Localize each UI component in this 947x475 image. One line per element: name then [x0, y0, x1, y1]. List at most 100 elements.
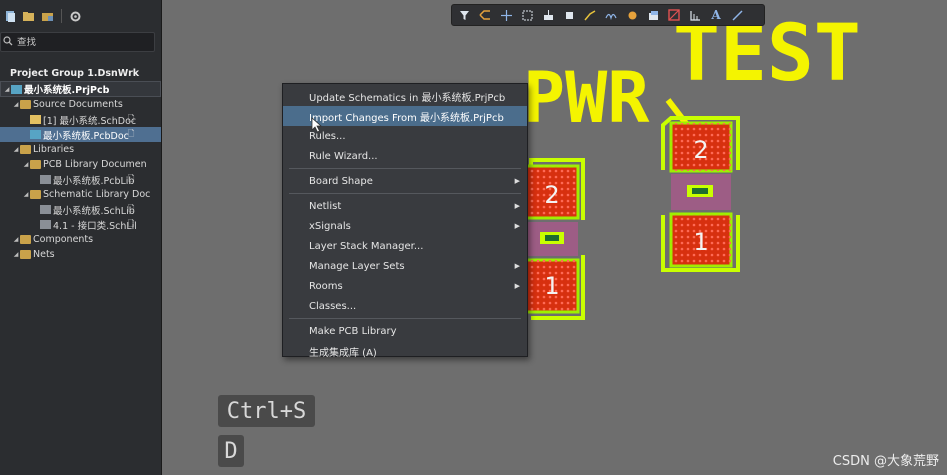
project-folder-icon[interactable] [42, 10, 54, 22]
tree-item[interactable]: 最小系统板.PcbDoc 🗋 [0, 127, 161, 142]
folder-icon [20, 235, 31, 244]
menu-item[interactable]: Update Schematics in 最小系统板.PrjPcb [283, 86, 527, 106]
via-right-middle-core [692, 188, 708, 194]
menu-item-label: Board Shape [309, 175, 373, 187]
search-input[interactable] [17, 36, 137, 48]
expand-arrow-icon[interactable]: ◢ [22, 191, 30, 198]
mouse-cursor-icon [311, 117, 323, 133]
tree-item-label: 最小系统板.PrjPcb [24, 85, 110, 96]
document-icon [40, 205, 51, 214]
line-icon[interactable] [730, 8, 744, 22]
shortcut-overlay-key: D [218, 435, 244, 467]
menu-separator [289, 193, 521, 194]
document-icon [40, 220, 51, 229]
pad-icon[interactable] [625, 8, 639, 22]
pad-left-2-number: 2 [544, 181, 559, 209]
menu-item-label: xSignals [309, 220, 351, 232]
submenu-arrow-icon: ▶ [514, 282, 520, 290]
menu-item[interactable]: Make PCB Library [283, 321, 527, 341]
pad-right-2-number: 2 [693, 136, 708, 164]
menu-item-label: Update Schematics in 最小系统板.PrjPcb [309, 92, 506, 104]
select-rect-icon[interactable] [520, 8, 534, 22]
filter-icon[interactable] [457, 8, 471, 22]
interactive-route-icon[interactable] [583, 8, 597, 22]
folder-icon [30, 190, 41, 199]
project-tree: Project Group 1.DsnWrk ◢ 最小系统板.PrjPcb ◢ Sour… [0, 66, 161, 262]
tree-item-label: Components [33, 234, 94, 245]
tree-item-label: 最小系统板.SchLib [53, 205, 135, 217]
tree-item[interactable]: ◢ Source Documents [0, 97, 161, 112]
diff-pair-icon[interactable] [604, 8, 618, 22]
menu-item-label: Manage Layer Sets [309, 260, 405, 272]
fill-icon[interactable] [646, 8, 660, 22]
tree-item-label: Project Group 1.DsnWrk [10, 68, 140, 79]
expand-arrow-icon[interactable]: ◢ [22, 161, 30, 168]
text-icon[interactable]: A [709, 8, 723, 22]
menu-item[interactable]: Board Shape ▶ [283, 171, 527, 191]
dimension-icon[interactable] [688, 8, 702, 22]
folder-icon [30, 160, 41, 169]
menu-item-label: Layer Stack Manager... [309, 240, 424, 252]
document-icon [30, 130, 41, 139]
tree-item-label: PCB Library Documen [43, 159, 147, 170]
open-doc-icon[interactable] [4, 10, 16, 22]
menu-item[interactable]: Manage Layer Sets ▶ [283, 256, 527, 276]
document-page-icon: 🗋 [128, 203, 135, 213]
menu-separator [289, 168, 521, 169]
tree-item[interactable]: ◢ Libraries [0, 142, 161, 157]
menu-item[interactable]: Netlist ▶ [283, 196, 527, 216]
expand-arrow-icon[interactable]: ◢ [12, 236, 20, 243]
submenu-arrow-icon: ▶ [514, 222, 520, 230]
tree-item[interactable]: Project Group 1.DsnWrk [0, 66, 161, 81]
tree-item[interactable]: ◢ 最小系统板.PrjPcb [0, 81, 161, 97]
menu-item-label: Import Changes From 最小系统板.PrjPcb [309, 112, 504, 124]
menu-item[interactable]: 生成集成库 (A) [283, 341, 527, 361]
active-bar-toolbar: A [451, 4, 765, 26]
document-page-icon: 🗋 [128, 218, 135, 228]
pad-right-1-number: 1 [693, 228, 708, 256]
tree-item-label: 最小系统板.PcbLib [53, 175, 135, 187]
expand-arrow-icon[interactable]: ◢ [12, 251, 20, 258]
tree-item[interactable]: 最小系统板.PcbLib 🗋 [0, 172, 161, 187]
expand-arrow-icon[interactable]: ◢ [12, 101, 20, 108]
tree-item-label: Nets [33, 249, 55, 260]
panel-toolbar [0, 0, 161, 32]
route-icon[interactable] [478, 8, 492, 22]
keepout-icon[interactable] [667, 8, 681, 22]
tree-item-label: 4.1 - 接口类.SchLil [53, 220, 137, 232]
tree-item[interactable]: ◢ Components [0, 232, 161, 247]
menu-item[interactable]: Rooms ▶ [283, 276, 527, 296]
folder-icon [20, 145, 31, 154]
tree-item[interactable]: ◢ Schematic Library Doc [0, 187, 161, 202]
search-box[interactable] [0, 32, 155, 52]
tree-item[interactable]: ◢ Nets [0, 247, 161, 262]
menu-item-label: Rooms [309, 280, 343, 292]
tree-item-label: [1] 最小系统.SchDoc [43, 115, 137, 127]
crosshair-icon[interactable] [499, 8, 513, 22]
expand-arrow-icon[interactable]: ◢ [12, 146, 20, 153]
folder-open-icon[interactable] [23, 10, 35, 22]
menu-item[interactable]: Rule Wizard... [283, 146, 527, 166]
tree-item[interactable]: [1] 最小系统.SchDoc 🗋 [0, 112, 161, 127]
tree-item-label: 最小系统板.PcbDoc [43, 130, 129, 142]
menu-item-label: Rule Wizard... [309, 150, 378, 162]
tree-item[interactable]: 最小系统板.SchLib 🗋 [0, 202, 161, 217]
align-icon[interactable] [541, 8, 555, 22]
menu-separator [289, 318, 521, 319]
folder-icon [20, 100, 31, 109]
menu-item[interactable]: Classes... [283, 296, 527, 316]
component-icon[interactable] [562, 8, 576, 22]
submenu-arrow-icon: ▶ [514, 202, 520, 210]
tree-item[interactable]: 4.1 - 接口类.SchLil 🗋 [0, 217, 161, 232]
menu-item-label: Netlist [309, 200, 342, 212]
document-page-icon: 🗋 [128, 128, 135, 138]
tree-item[interactable]: ◢ PCB Library Documen [0, 157, 161, 172]
menu-item[interactable]: Layer Stack Manager... [283, 236, 527, 256]
gear-icon[interactable] [69, 10, 81, 22]
silkscreen-pwr-label: PWR [523, 57, 650, 139]
document-icon [11, 84, 22, 94]
menu-item[interactable]: xSignals ▶ [283, 216, 527, 236]
expand-arrow-icon[interactable]: ◢ [3, 86, 11, 93]
document-icon [40, 175, 51, 184]
folder-icon [20, 250, 31, 259]
